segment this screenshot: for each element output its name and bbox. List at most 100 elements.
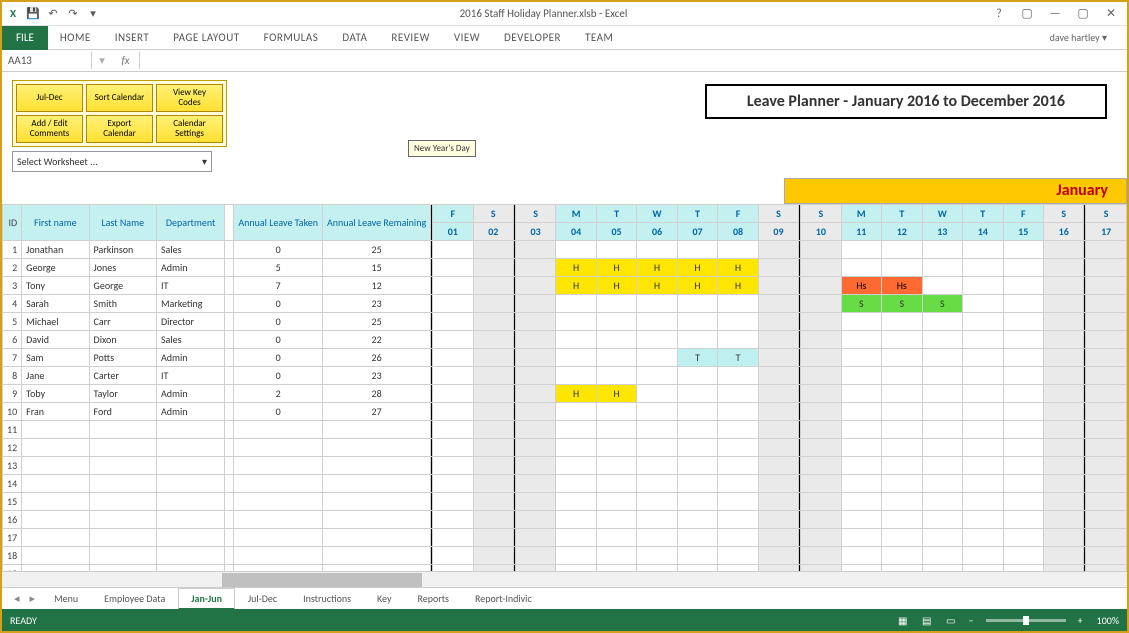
leave-cell[interactable] <box>758 330 798 348</box>
leave-cell[interactable] <box>556 348 596 366</box>
leave-cell[interactable] <box>1003 240 1043 258</box>
save-icon[interactable]: 💾 <box>26 7 40 21</box>
leave-cell[interactable] <box>433 348 473 366</box>
col-leave-taken[interactable]: Annual Leave Taken <box>234 204 323 240</box>
leave-cell[interactable] <box>433 294 473 312</box>
leave-cell[interactable] <box>473 384 513 402</box>
table-row[interactable]: 2GeorgeJonesAdmin515HHHHH <box>3 258 1127 276</box>
leave-cell[interactable] <box>433 312 473 330</box>
leave-cell[interactable]: H <box>596 258 636 276</box>
leave-cell[interactable] <box>433 366 473 384</box>
leave-cell[interactable] <box>801 330 841 348</box>
staff-leave-table[interactable]: ID First name Last Name Department Annua… <box>2 204 1127 571</box>
leave-cell[interactable] <box>637 402 677 420</box>
leave-cell[interactable] <box>473 258 513 276</box>
leave-cell[interactable] <box>556 240 596 258</box>
leave-cell[interactable] <box>922 384 962 402</box>
leave-cell[interactable] <box>596 330 636 348</box>
leave-cell[interactable] <box>473 312 513 330</box>
leave-cell[interactable]: H <box>556 258 596 276</box>
table-row[interactable]: 17 <box>3 528 1127 546</box>
leave-cell[interactable] <box>1003 276 1043 294</box>
leave-cell[interactable] <box>963 276 1003 294</box>
leave-cell[interactable] <box>1043 402 1083 420</box>
undo-icon[interactable]: ↶ <box>46 7 60 21</box>
close-button[interactable]: ✕ <box>1099 5 1123 23</box>
table-row[interactable]: 8JaneCarterIT023 <box>3 366 1127 384</box>
leave-cell[interactable] <box>841 402 881 420</box>
leave-cell[interactable] <box>1003 384 1043 402</box>
zoom-in-button[interactable]: + <box>1074 614 1087 627</box>
leave-cell[interactable] <box>473 330 513 348</box>
leave-cell[interactable] <box>596 312 636 330</box>
date-header[interactable]: 14 <box>963 222 1003 240</box>
leave-cell[interactable]: T <box>718 348 758 366</box>
date-header[interactable]: 07 <box>677 222 717 240</box>
table-row[interactable]: 7SamPottsAdmin026TT <box>3 348 1127 366</box>
leave-cell[interactable] <box>758 258 798 276</box>
leave-cell[interactable] <box>515 330 555 348</box>
leave-cell[interactable] <box>758 240 798 258</box>
user-name[interactable]: dave hartley ▾ <box>1050 31 1127 44</box>
leave-cell[interactable] <box>556 312 596 330</box>
leave-cell[interactable] <box>1043 348 1083 366</box>
table-row[interactable]: 19 <box>3 564 1127 571</box>
table-row[interactable]: 11 <box>3 420 1127 438</box>
day-header[interactable]: W <box>637 204 677 222</box>
help-icon[interactable]: ? <box>987 5 1011 23</box>
leave-cell[interactable] <box>1003 312 1043 330</box>
leave-cell[interactable] <box>801 294 841 312</box>
minimize-button[interactable]: — <box>1043 5 1067 23</box>
leave-cell[interactable]: H <box>718 276 758 294</box>
date-header[interactable]: 08 <box>718 222 758 240</box>
jul-dec-button[interactable]: Jul-Dec <box>16 84 83 112</box>
leave-cell[interactable] <box>758 402 798 420</box>
leave-cell[interactable] <box>922 240 962 258</box>
leave-cell[interactable] <box>677 294 717 312</box>
leave-cell[interactable] <box>1003 348 1043 366</box>
leave-cell[interactable]: H <box>677 258 717 276</box>
leave-cell[interactable] <box>515 366 555 384</box>
leave-cell[interactable] <box>1003 258 1043 276</box>
leave-cell[interactable] <box>556 366 596 384</box>
leave-cell[interactable] <box>882 240 922 258</box>
leave-cell[interactable] <box>515 402 555 420</box>
leave-cell[interactable] <box>758 294 798 312</box>
leave-cell[interactable] <box>596 294 636 312</box>
leave-cell[interactable] <box>963 348 1003 366</box>
leave-cell[interactable] <box>556 402 596 420</box>
col-leave-remaining[interactable]: Annual Leave Remaining <box>323 204 431 240</box>
leave-cell[interactable] <box>718 366 758 384</box>
leave-cell[interactable] <box>1043 330 1083 348</box>
sheet-tab-key[interactable]: Key <box>364 588 404 610</box>
zoom-level[interactable]: 100% <box>1091 614 1119 627</box>
leave-cell[interactable] <box>718 330 758 348</box>
table-row[interactable]: 15 <box>3 492 1127 510</box>
ribbon-tab-view[interactable]: VIEW <box>442 27 492 48</box>
leave-cell[interactable] <box>1043 240 1083 258</box>
leave-cell[interactable] <box>963 402 1003 420</box>
leave-cell[interactable]: T <box>677 348 717 366</box>
leave-cell[interactable] <box>718 384 758 402</box>
date-header[interactable]: 01 <box>433 222 473 240</box>
leave-cell[interactable] <box>473 402 513 420</box>
normal-view-button[interactable]: ▦ <box>893 612 913 628</box>
leave-cell[interactable] <box>515 276 555 294</box>
ribbon-tab-data[interactable]: DATA <box>330 27 379 48</box>
leave-cell[interactable] <box>1086 294 1127 312</box>
leave-cell[interactable] <box>515 312 555 330</box>
ribbon-tab-formulas[interactable]: FORMULAS <box>252 27 331 48</box>
day-header[interactable]: W <box>922 204 962 222</box>
leave-cell[interactable] <box>677 240 717 258</box>
leave-cell[interactable] <box>677 312 717 330</box>
leave-cell[interactable]: Hs <box>882 276 922 294</box>
leave-cell[interactable] <box>637 384 677 402</box>
leave-cell[interactable] <box>1043 366 1083 384</box>
leave-cell[interactable] <box>596 240 636 258</box>
leave-cell[interactable] <box>473 276 513 294</box>
sheet-tab-menu[interactable]: Menu <box>41 588 91 610</box>
day-header[interactable]: S <box>473 204 513 222</box>
sheet-nav-next[interactable]: ▸ <box>26 592 40 605</box>
ribbon-tab-insert[interactable]: INSERT <box>103 27 162 48</box>
leave-cell[interactable] <box>718 402 758 420</box>
